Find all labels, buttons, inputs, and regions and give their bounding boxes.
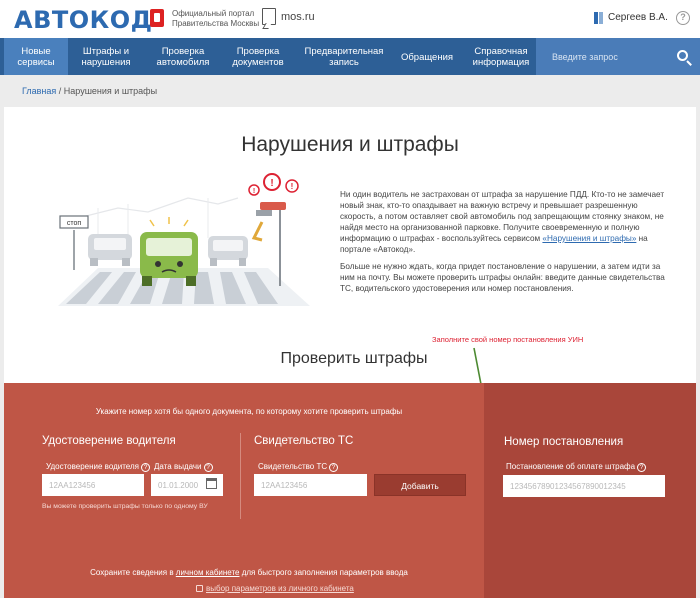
moscow-emblem-icon — [150, 9, 164, 27]
license-section-title: Удостоверение водителя — [42, 435, 176, 447]
params-link[interactable]: выбор параметров из личного кабинета — [206, 584, 354, 593]
issue-date-help-icon[interactable]: ? — [203, 463, 213, 472]
green-car — [140, 217, 198, 286]
intro-paragraph-1: Ни один водитель не застрахован от штраф… — [340, 190, 665, 254]
nav-item-reference[interactable]: Справочная информация — [466, 38, 536, 75]
stop-sign: стоп — [59, 215, 89, 270]
mos-link[interactable]: mos.ru — [281, 11, 315, 23]
license-note: Вы можете проверить штрафы только по одн… — [42, 503, 208, 510]
nav-item-fines[interactable]: Штрафы и нарушения — [72, 38, 140, 75]
annotation-text: Заполните свой номер постановления УИН — [432, 335, 584, 344]
nav-item-new-services[interactable]: Новые сервисы — [4, 38, 68, 75]
grey-car-left — [88, 234, 132, 266]
resolution-help-icon[interactable]: ? — [637, 463, 647, 472]
vehicle-certificate-input[interactable] — [254, 474, 367, 496]
nav-item-appointment[interactable]: Предварительная запись — [300, 38, 388, 75]
fines-service-link[interactable]: «Нарушения и штрафы» — [542, 234, 636, 243]
form-divider — [240, 433, 241, 519]
intro-paragraph-2: Больше не нужно ждать, когда придет пост… — [340, 262, 665, 293]
breadcrumb-separator: / — [56, 86, 64, 96]
form-hint: Укажите номер хотя бы одного документа, … — [95, 407, 403, 416]
check-fines-title: Проверить штрафы — [280, 350, 428, 367]
calendar-icon[interactable] — [206, 478, 217, 489]
page-title: Нарушения и штрафы — [241, 133, 459, 156]
main-nav: Новые сервисы Штрафы и нарушения Проверк… — [0, 38, 700, 75]
add-button[interactable]: Добавить — [374, 474, 466, 496]
svg-text:!: ! — [291, 182, 294, 191]
intro-text: Ни один водитель не застрахован от штраф… — [340, 189, 665, 300]
resolution-field-label: Постановление об оплате штрафа? — [506, 462, 647, 472]
breadcrumb: Главная / Нарушения и штрафы — [22, 86, 157, 96]
portal-caption: Официальный портал Правительства Москвы — [172, 9, 262, 29]
portal-line-2: Правительства Москвы — [172, 19, 260, 28]
vehicle-section-title: Свидетельство ТС — [254, 435, 354, 447]
nav-item-vehicle-check[interactable]: Проверка автомобиля — [150, 38, 216, 75]
grey-car-right — [208, 236, 248, 266]
license-help-icon[interactable]: ? — [141, 463, 150, 472]
params-icon — [196, 585, 203, 592]
vehicle-help-icon[interactable]: ? — [329, 463, 339, 472]
svg-text:!: ! — [270, 178, 273, 189]
search-icon[interactable] — [677, 50, 688, 61]
save-hint: Сохраните сведения в личном кабинете для… — [90, 568, 408, 577]
license-field-label: Удостоверение водителя? — [46, 462, 150, 472]
fines-illustration: стоп ! ! ! — [58, 173, 310, 306]
mos-chat-icon[interactable] — [262, 8, 276, 25]
user-icon — [594, 12, 604, 24]
help-icon[interactable]: ? — [676, 11, 690, 25]
nav-item-requests[interactable]: Обращения — [396, 38, 458, 75]
user-name[interactable]: Сергеев В.А. — [608, 12, 668, 23]
stop-sign-label: стоп — [67, 220, 82, 227]
search-box — [536, 38, 700, 75]
personal-cabinet-link[interactable]: личном кабинете — [176, 568, 240, 577]
avtokod-logo[interactable]: АВТОКОД — [14, 6, 153, 34]
search-input[interactable] — [536, 38, 666, 75]
breadcrumb-home[interactable]: Главная — [22, 86, 56, 96]
breadcrumb-current: Нарушения и штрафы — [63, 86, 158, 96]
vehicle-field-label: Свидетельство ТС? — [258, 462, 339, 472]
resolution-section-title: Номер постановления — [504, 436, 624, 448]
top-bar: АВТОКОД Официальный портал Правительства… — [0, 0, 700, 38]
params-from-cabinet[interactable]: выбор параметров из личного кабинета — [196, 584, 354, 593]
svg-text:!: ! — [253, 188, 255, 195]
issue-date-label: Дата выдачи? — [154, 462, 213, 472]
resolution-number-input[interactable] — [503, 475, 665, 497]
nav-item-documents-check[interactable]: Проверка документов — [226, 38, 290, 75]
portal-line-1: Официальный портал — [172, 9, 255, 18]
license-number-input[interactable] — [42, 474, 144, 496]
